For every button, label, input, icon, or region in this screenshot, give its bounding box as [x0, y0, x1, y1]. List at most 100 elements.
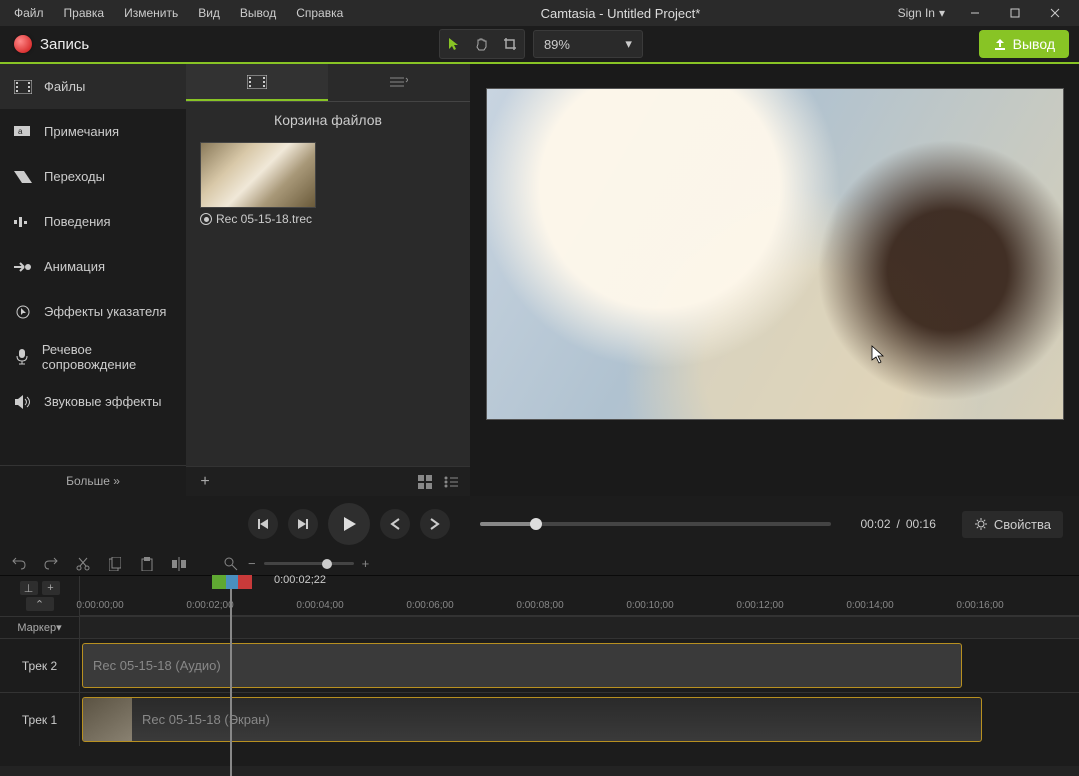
- sidebar-animations[interactable]: Анимация: [0, 244, 186, 289]
- bin-tab-media[interactable]: [186, 64, 328, 101]
- list-icon: [390, 76, 408, 88]
- split-button[interactable]: [170, 555, 188, 573]
- audio-icon: [14, 393, 32, 411]
- next-frame-button[interactable]: [288, 509, 318, 539]
- copy-button[interactable]: [106, 555, 124, 573]
- minimize-button[interactable]: [955, 0, 995, 26]
- ruler-tick: 0:00:10;00: [626, 600, 673, 611]
- window-title: Camtasia - Untitled Project*: [353, 6, 887, 21]
- prev-frame-button[interactable]: [248, 509, 278, 539]
- sidebar-cursor-effects[interactable]: Эффекты указателя: [0, 289, 186, 334]
- select-tool[interactable]: [440, 30, 468, 58]
- svg-text:a: a: [18, 127, 23, 136]
- ruler-tick: 0:00:02;00: [186, 600, 233, 611]
- track-label-2[interactable]: Трек 2: [0, 639, 80, 692]
- annotation-icon: a: [14, 123, 32, 141]
- step-back-button[interactable]: [380, 509, 410, 539]
- sidebar-label: Звуковые эффекты: [44, 394, 162, 409]
- grid-view-button[interactable]: [414, 471, 436, 493]
- zoom-fit-button[interactable]: [222, 555, 240, 573]
- zoom-value: 89%: [544, 37, 570, 52]
- playback-scrubber[interactable]: [480, 522, 831, 526]
- sidebar-label: Файлы: [44, 79, 85, 94]
- ruler-tick: 0:00:06;00: [406, 600, 453, 611]
- sidebar-label: Поведения: [44, 214, 111, 229]
- marker-label[interactable]: Маркер ▾: [0, 616, 80, 638]
- crop-tool[interactable]: [496, 30, 524, 58]
- zoom-handle[interactable]: [322, 559, 332, 569]
- scrubber-fill: [480, 522, 536, 526]
- redo-button[interactable]: [42, 555, 60, 573]
- sidebar-transitions[interactable]: Переходы: [0, 154, 186, 199]
- timeline: − + ⊥ + ⌃ 0:00:02;22 0:00:00;000:00:02;0…: [0, 552, 1079, 766]
- menu-modify[interactable]: Изменить: [114, 2, 188, 24]
- animation-icon: [14, 258, 32, 276]
- sidebar-media[interactable]: Файлы: [0, 64, 186, 109]
- media-icon: [247, 75, 267, 89]
- bin-tab-library[interactable]: [328, 64, 470, 101]
- transition-icon: [14, 168, 32, 186]
- cursor-icon: [871, 345, 885, 365]
- clip-label: Rec 05-15-18 (Аудио): [93, 658, 221, 673]
- bin-title: Корзина файлов: [186, 102, 470, 138]
- preview-panel: [470, 64, 1079, 496]
- ruler-tick: 0:00:12;00: [736, 600, 783, 611]
- media-bin: Корзина файлов Rec 05-15-18.trec +: [186, 64, 470, 496]
- menu-view[interactable]: Вид: [188, 2, 230, 24]
- track-collapse-button[interactable]: ⌃: [26, 597, 54, 611]
- play-button[interactable]: [328, 503, 370, 545]
- clip-audio[interactable]: Rec 05-15-18 (Аудио): [82, 643, 962, 688]
- timeline-zoom-slider[interactable]: [264, 562, 354, 565]
- sidebar-label: Примечания: [44, 124, 119, 139]
- playhead-time: 0:00:02;22: [274, 574, 326, 586]
- menu-help[interactable]: Справка: [286, 2, 353, 24]
- sidebar-more[interactable]: Больше »: [0, 465, 186, 496]
- ruler-tick: 0:00:16;00: [956, 600, 1003, 611]
- scrubber-handle[interactable]: [530, 518, 542, 530]
- ruler-tick: 0:00:08;00: [516, 600, 563, 611]
- undo-button[interactable]: [10, 555, 28, 573]
- paste-button[interactable]: [138, 555, 156, 573]
- close-button[interactable]: [1035, 0, 1075, 26]
- signin-button[interactable]: Sign In ▾: [888, 6, 955, 20]
- sidebar-label: Анимация: [44, 259, 105, 274]
- clip-video[interactable]: Rec 05-15-18 (Экран): [82, 697, 982, 742]
- time-total: 00:16: [906, 517, 936, 531]
- menu-file[interactable]: Файл: [4, 2, 54, 24]
- cut-button[interactable]: [74, 555, 92, 573]
- properties-button[interactable]: Свойства: [962, 511, 1063, 538]
- menu-share[interactable]: Вывод: [230, 2, 286, 24]
- canvas-preview[interactable]: [486, 88, 1064, 420]
- cursor-icon: [14, 303, 32, 321]
- upload-icon: [993, 37, 1007, 51]
- maximize-button[interactable]: [995, 0, 1035, 26]
- list-view-button[interactable]: [440, 471, 462, 493]
- zoom-out-button[interactable]: −: [248, 556, 256, 571]
- track-label-1[interactable]: Трек 1: [0, 693, 80, 746]
- clip-label: Rec 05-15-18 (Экран): [142, 712, 270, 727]
- media-filename: Rec 05-15-18.trec: [216, 212, 312, 226]
- ruler-tick: 0:00:00;00: [76, 600, 123, 611]
- gear-icon: [974, 517, 988, 531]
- sidebar-audio-effects[interactable]: Звуковые эффекты: [0, 379, 186, 424]
- record-icon: [14, 35, 32, 53]
- sidebar-voice[interactable]: Речевое сопровождение: [0, 334, 186, 379]
- recording-icon: [200, 213, 212, 225]
- export-button[interactable]: Вывод: [979, 30, 1069, 58]
- track-add-button[interactable]: +: [42, 581, 60, 595]
- sidebar-annotations[interactable]: a Примечания: [0, 109, 186, 154]
- timeline-ruler[interactable]: 0:00:02;22 0:00:00;000:00:02;000:00:04;0…: [80, 576, 1079, 616]
- playhead[interactable]: 0:00:02;22: [230, 576, 232, 776]
- sidebar-label: Эффекты указателя: [44, 304, 166, 319]
- sidebar-behaviors[interactable]: Поведения: [0, 199, 186, 244]
- zoom-in-button[interactable]: +: [362, 556, 370, 571]
- media-item[interactable]: Rec 05-15-18.trec: [200, 142, 320, 230]
- zoom-select[interactable]: 89% ▾: [533, 30, 643, 58]
- add-media-button[interactable]: +: [194, 471, 216, 493]
- pan-tool[interactable]: [468, 30, 496, 58]
- record-button[interactable]: Запись: [0, 26, 103, 62]
- behavior-icon: [14, 213, 32, 231]
- menu-edit[interactable]: Правка: [54, 2, 115, 24]
- step-forward-button[interactable]: [420, 509, 450, 539]
- track-magnet-button[interactable]: ⊥: [20, 581, 38, 595]
